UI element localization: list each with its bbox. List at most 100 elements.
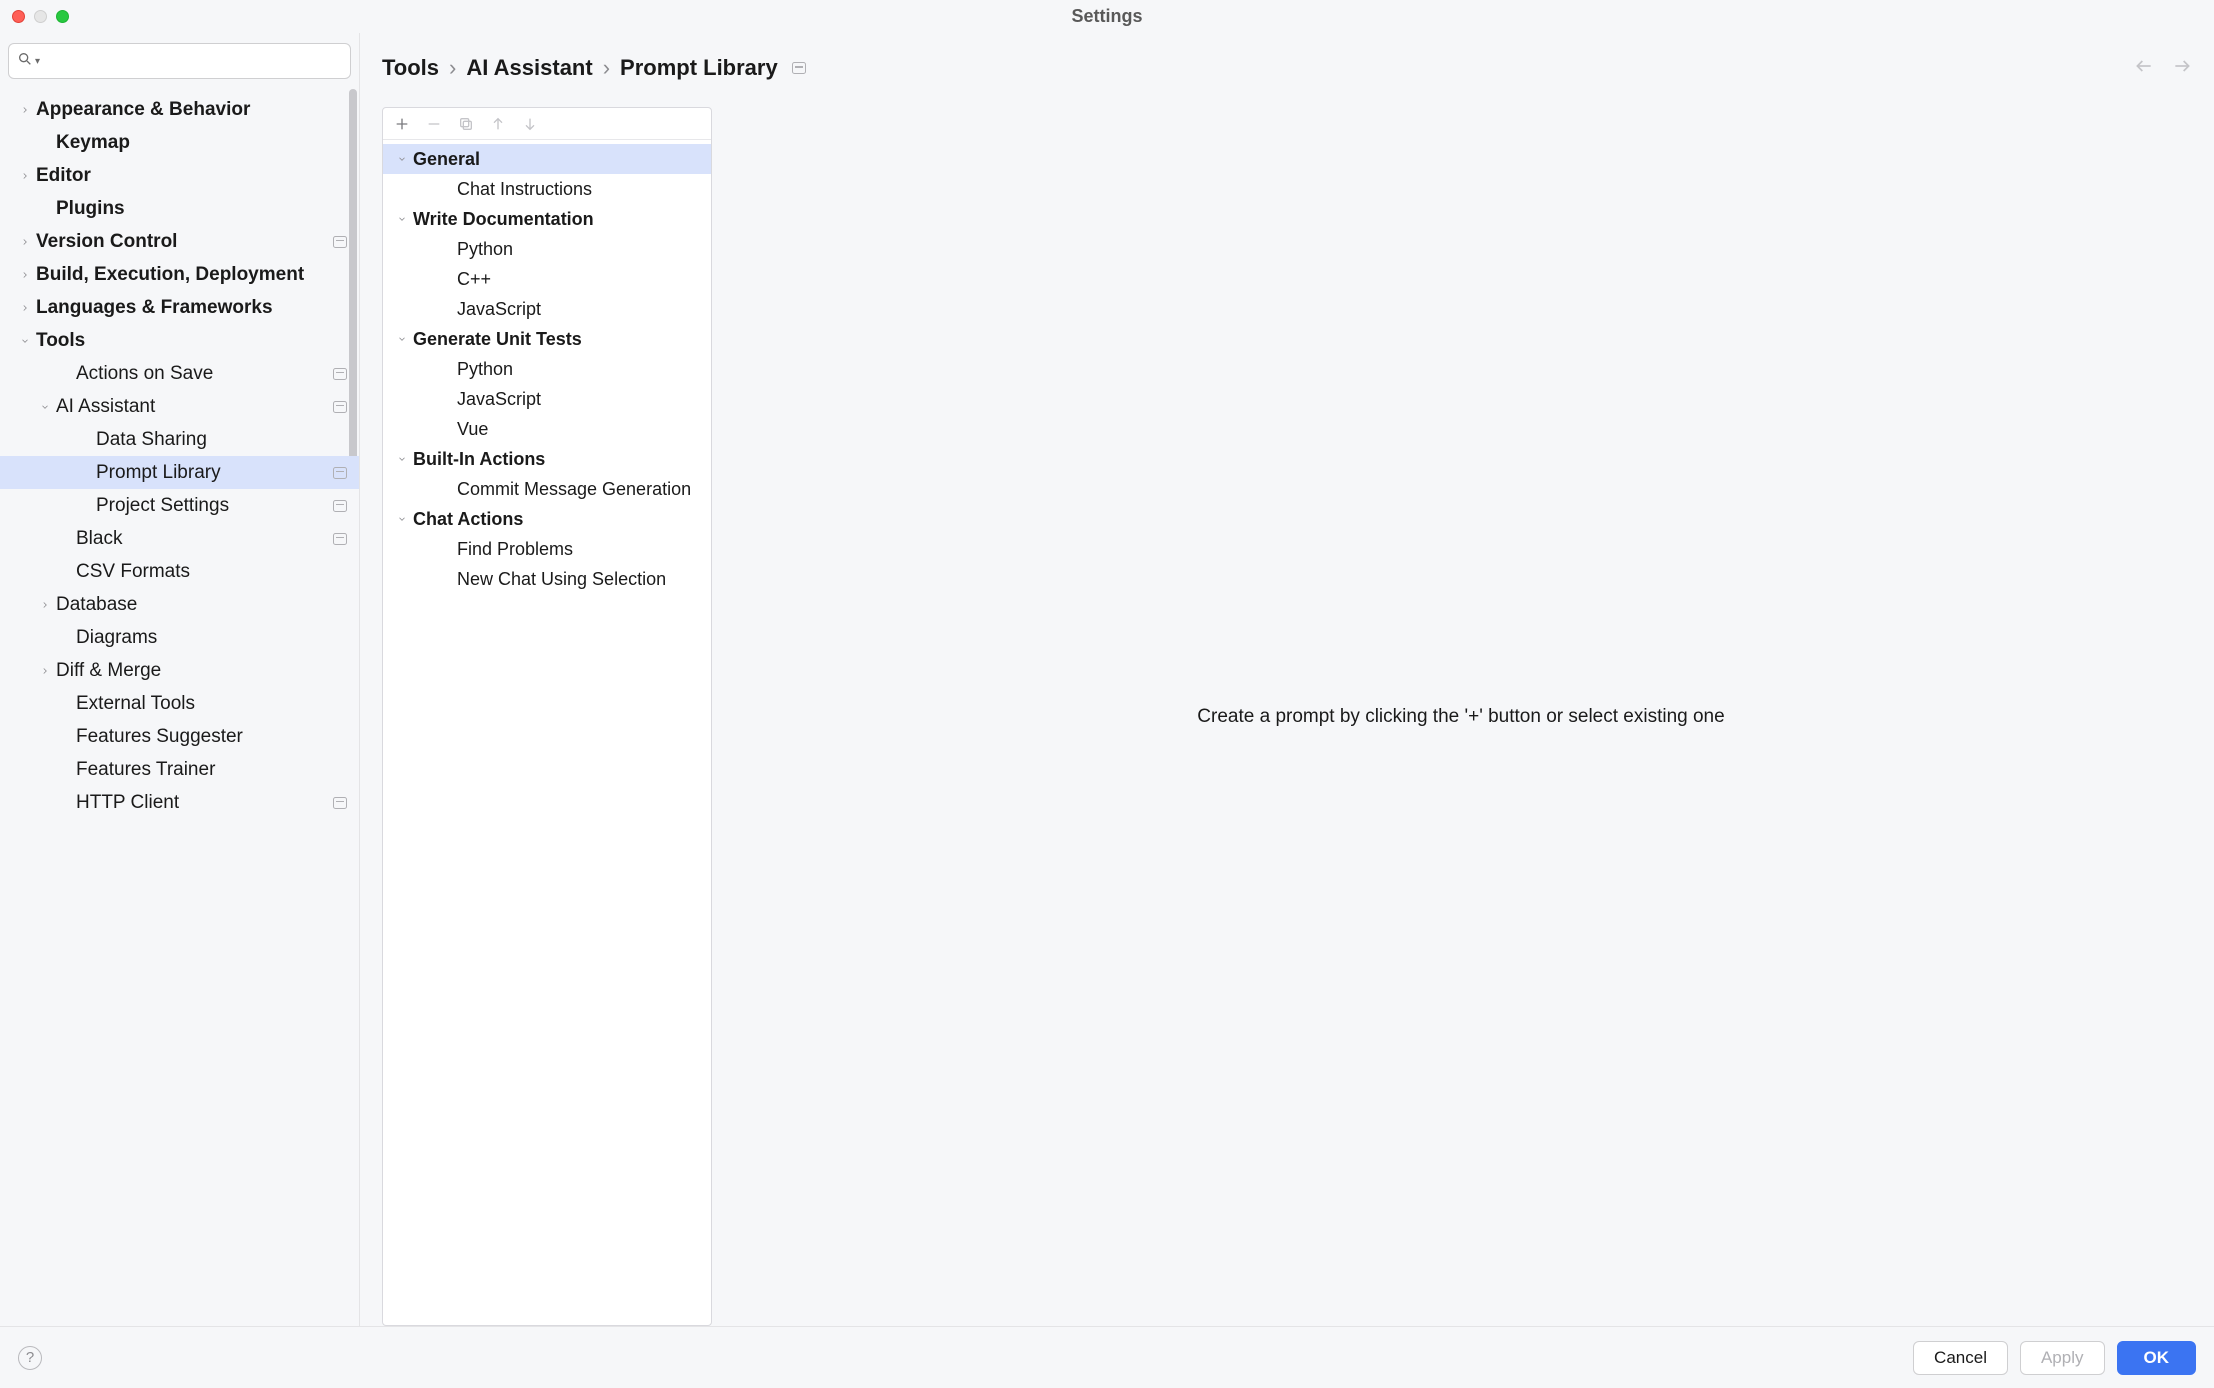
- sidebar-item[interactable]: Languages & Frameworks: [0, 291, 359, 324]
- sidebar-item[interactable]: CSV Formats: [0, 555, 359, 588]
- sidebar-item-label: Build, Execution, Deployment: [36, 264, 304, 286]
- sidebar-item[interactable]: AI Assistant: [0, 390, 359, 423]
- prompt-tree-item[interactable]: JavaScript: [383, 384, 711, 414]
- chevron-down-icon[interactable]: [395, 334, 409, 344]
- breadcrumb-part[interactable]: Tools: [382, 55, 439, 81]
- search-input[interactable]: [44, 52, 342, 70]
- sidebar-item[interactable]: Data Sharing: [0, 423, 359, 456]
- settings-search[interactable]: ▾: [8, 43, 351, 79]
- sidebar-item-label: Data Sharing: [96, 429, 207, 451]
- breadcrumb-separator-icon: ›: [603, 55, 610, 81]
- move-up-button[interactable]: [489, 115, 507, 133]
- sidebar-item[interactable]: Build, Execution, Deployment: [0, 258, 359, 291]
- prompt-tree-item-label: Chat Instructions: [457, 179, 592, 200]
- prompt-tree-item[interactable]: Python: [383, 354, 711, 384]
- chevron-right-icon[interactable]: [38, 664, 52, 678]
- prompt-tree-item[interactable]: Commit Message Generation: [383, 474, 711, 504]
- sidebar-item[interactable]: Prompt Library: [0, 456, 359, 489]
- prompt-tree-item[interactable]: Chat Actions: [383, 504, 711, 534]
- prompt-tree-item[interactable]: Generate Unit Tests: [383, 324, 711, 354]
- chevron-right-icon[interactable]: [18, 235, 32, 249]
- sidebar-item[interactable]: Database: [0, 588, 359, 621]
- prompt-tree-item[interactable]: New Chat Using Selection: [383, 564, 711, 594]
- prompt-tree-item-label: Chat Actions: [413, 509, 523, 530]
- prompt-tree-item[interactable]: Python: [383, 234, 711, 264]
- project-scope-icon: [333, 236, 347, 248]
- prompt-toolbar: [383, 108, 711, 140]
- sidebar-item[interactable]: Plugins: [0, 192, 359, 225]
- sidebar-item[interactable]: Features Suggester: [0, 720, 359, 753]
- chevron-right-icon[interactable]: [18, 268, 32, 282]
- window-title: Settings: [0, 6, 2214, 27]
- prompt-tree-item-label: Commit Message Generation: [457, 479, 691, 500]
- sidebar-item-label: Tools: [36, 330, 85, 352]
- sidebar-item[interactable]: Tools: [0, 324, 359, 357]
- chevron-down-icon[interactable]: [395, 454, 409, 464]
- sidebar-item[interactable]: Black: [0, 522, 359, 555]
- settings-tree: Appearance & Behavior KeymapEditor Plugins…: [0, 89, 359, 823]
- sidebar-item[interactable]: Keymap: [0, 126, 359, 159]
- prompt-tree-item[interactable]: Write Documentation: [383, 204, 711, 234]
- chevron-down-icon[interactable]: [395, 154, 409, 164]
- sidebar-item[interactable]: Diagrams: [0, 621, 359, 654]
- chevron-down-icon[interactable]: [18, 334, 32, 348]
- sidebar-item[interactable]: Editor: [0, 159, 359, 192]
- sidebar-item[interactable]: Diff & Merge: [0, 654, 359, 687]
- sidebar-item-label: Plugins: [56, 198, 125, 220]
- sidebar-item[interactable]: Appearance & Behavior: [0, 93, 359, 126]
- prompt-tree-item-label: JavaScript: [457, 389, 541, 410]
- chevron-down-icon[interactable]: [38, 400, 52, 414]
- breadcrumb-part[interactable]: Prompt Library: [620, 55, 778, 81]
- prompt-tree-item[interactable]: C++: [383, 264, 711, 294]
- sidebar-item[interactable]: Project Settings: [0, 489, 359, 522]
- sidebar-item[interactable]: Actions on Save: [0, 357, 359, 390]
- search-history-dropdown-icon[interactable]: ▾: [35, 56, 40, 67]
- prompt-tree-item[interactable]: Vue: [383, 414, 711, 444]
- breadcrumb-part[interactable]: AI Assistant: [466, 55, 592, 81]
- project-scope-icon: [333, 797, 347, 809]
- chevron-down-icon[interactable]: [395, 514, 409, 524]
- chevron-right-icon[interactable]: [18, 169, 32, 183]
- sidebar-item[interactable]: HTTP Client: [0, 786, 359, 819]
- sidebar-item-label: Appearance & Behavior: [36, 99, 250, 121]
- project-scope-icon: [792, 62, 806, 74]
- prompt-tree-item-label: Built-In Actions: [413, 449, 545, 470]
- prompt-detail: Create a prompt by clicking the '+' butt…: [730, 107, 2192, 1326]
- sidebar-item-label: CSV Formats: [76, 561, 190, 583]
- help-button[interactable]: ?: [18, 1346, 42, 1370]
- sidebar-item-label: Features Trainer: [76, 759, 215, 781]
- sidebar-item[interactable]: External Tools: [0, 687, 359, 720]
- copy-prompt-button[interactable]: [457, 115, 475, 133]
- nav-back-button[interactable]: [2134, 56, 2154, 81]
- add-prompt-button[interactable]: [393, 115, 411, 133]
- prompt-tree-item[interactable]: Chat Instructions: [383, 174, 711, 204]
- sidebar-item-label: Languages & Frameworks: [36, 297, 273, 319]
- breadcrumb-separator-icon: ›: [449, 55, 456, 81]
- settings-content: Tools › AI Assistant › Prompt Library: [360, 33, 2214, 1326]
- sidebar-item[interactable]: Version Control: [0, 225, 359, 258]
- sidebar-item[interactable]: Features Trainer: [0, 753, 359, 786]
- chevron-right-icon[interactable]: [18, 301, 32, 315]
- chevron-right-icon[interactable]: [18, 103, 32, 117]
- move-down-button[interactable]: [521, 115, 539, 133]
- prompt-tree-item-label: New Chat Using Selection: [457, 569, 666, 590]
- nav-forward-button[interactable]: [2172, 56, 2192, 81]
- breadcrumb: Tools › AI Assistant › Prompt Library: [382, 55, 806, 81]
- project-scope-icon: [333, 401, 347, 413]
- prompt-tree-item[interactable]: General: [383, 144, 711, 174]
- titlebar: Settings: [0, 0, 2214, 32]
- chevron-down-icon[interactable]: [395, 214, 409, 224]
- search-icon: [17, 51, 33, 72]
- ok-button[interactable]: OK: [2117, 1341, 2197, 1375]
- sidebar-item-label: Project Settings: [96, 495, 229, 517]
- prompt-tree-item[interactable]: Built-In Actions: [383, 444, 711, 474]
- prompt-tree-item[interactable]: JavaScript: [383, 294, 711, 324]
- remove-prompt-button[interactable]: [425, 115, 443, 133]
- chevron-right-icon[interactable]: [38, 598, 52, 612]
- cancel-button[interactable]: Cancel: [1913, 1341, 2008, 1375]
- prompt-tree-item-label: JavaScript: [457, 299, 541, 320]
- apply-button[interactable]: Apply: [2020, 1341, 2105, 1375]
- prompt-tree-item-label: Python: [457, 239, 513, 260]
- prompt-tree-item[interactable]: Find Problems: [383, 534, 711, 564]
- sidebar-item-label: Black: [76, 528, 122, 550]
